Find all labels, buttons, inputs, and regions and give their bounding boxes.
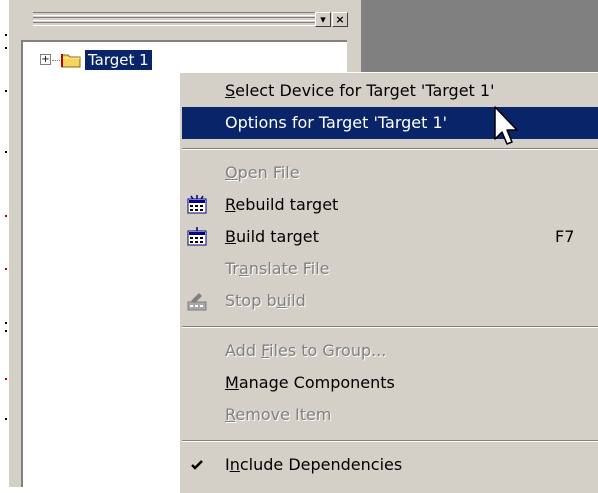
menu-item-label: Open File xyxy=(225,163,300,182)
menu-item-stop-build[interactable]: Stop build xyxy=(182,285,598,317)
menu-item-label: Select Device for Target 'Target 1' xyxy=(225,81,495,100)
menu-item-options-for-target[interactable]: Options for Target 'Target 1' xyxy=(182,107,598,139)
menu-item-remove-item[interactable]: Remove Item xyxy=(182,399,598,431)
menu-item-translate-file[interactable]: Translate File xyxy=(182,253,598,285)
menu-item-label: Add Files to Group... xyxy=(225,341,387,360)
menu-item-label: Manage Components xyxy=(225,373,395,392)
folder-icon xyxy=(61,54,81,68)
menu-separator xyxy=(182,326,598,328)
menu-item-open-file[interactable]: Open File xyxy=(182,157,598,189)
panel-dropdown-button[interactable]: ▾ xyxy=(315,12,331,27)
menu-item-label: Options for Target 'Target 1' xyxy=(225,113,448,132)
menu-item-include-dependencies[interactable]: Include Dependencies xyxy=(182,449,598,481)
panel-close-button[interactable]: × xyxy=(332,12,348,27)
menu-separator xyxy=(182,148,598,150)
close-icon: × xyxy=(335,13,345,26)
checkmark-icon xyxy=(187,455,207,475)
context-menu: Select Device for Target 'Target 1' Opti… xyxy=(179,72,598,493)
menu-item-shortcut: F7 xyxy=(555,227,575,246)
menu-item-label: Remove Item xyxy=(225,405,332,424)
build-icon xyxy=(187,227,207,247)
grip-line xyxy=(33,17,319,21)
menu-item-add-files-to-group[interactable]: Add Files to Group... xyxy=(182,335,598,367)
chevron-down-icon: ▾ xyxy=(320,13,326,26)
menu-item-label: Stop build xyxy=(225,291,306,310)
tree-item-target-1[interactable]: + Target 1 xyxy=(23,50,343,72)
tree-item-label[interactable]: Target 1 xyxy=(85,50,152,70)
grip-line xyxy=(33,12,319,16)
menu-item-manage-components[interactable]: Manage Components xyxy=(182,367,598,399)
menu-item-rebuild-target[interactable]: Rebuild target xyxy=(182,189,598,221)
menu-item-label: Rebuild target xyxy=(225,195,339,214)
menu-item-select-device[interactable]: Select Device for Target 'Target 1' xyxy=(182,75,598,107)
menu-item-label: Include Dependencies xyxy=(225,455,403,474)
rebuild-icon xyxy=(187,195,207,215)
mouse-cursor-icon xyxy=(494,106,518,145)
stop-build-icon xyxy=(187,291,207,311)
menu-item-label: Build target xyxy=(225,227,319,246)
left-edge-strip xyxy=(0,0,8,487)
menu-item-build-target[interactable]: Build target F7 xyxy=(182,221,598,253)
menu-item-label: Translate File xyxy=(225,259,330,278)
tree-connector xyxy=(52,60,60,61)
menu-separator xyxy=(182,440,598,442)
panel-titlebar[interactable]: ▾ × xyxy=(9,0,361,40)
expand-toggle[interactable]: + xyxy=(40,54,51,65)
grip-line xyxy=(33,22,319,26)
